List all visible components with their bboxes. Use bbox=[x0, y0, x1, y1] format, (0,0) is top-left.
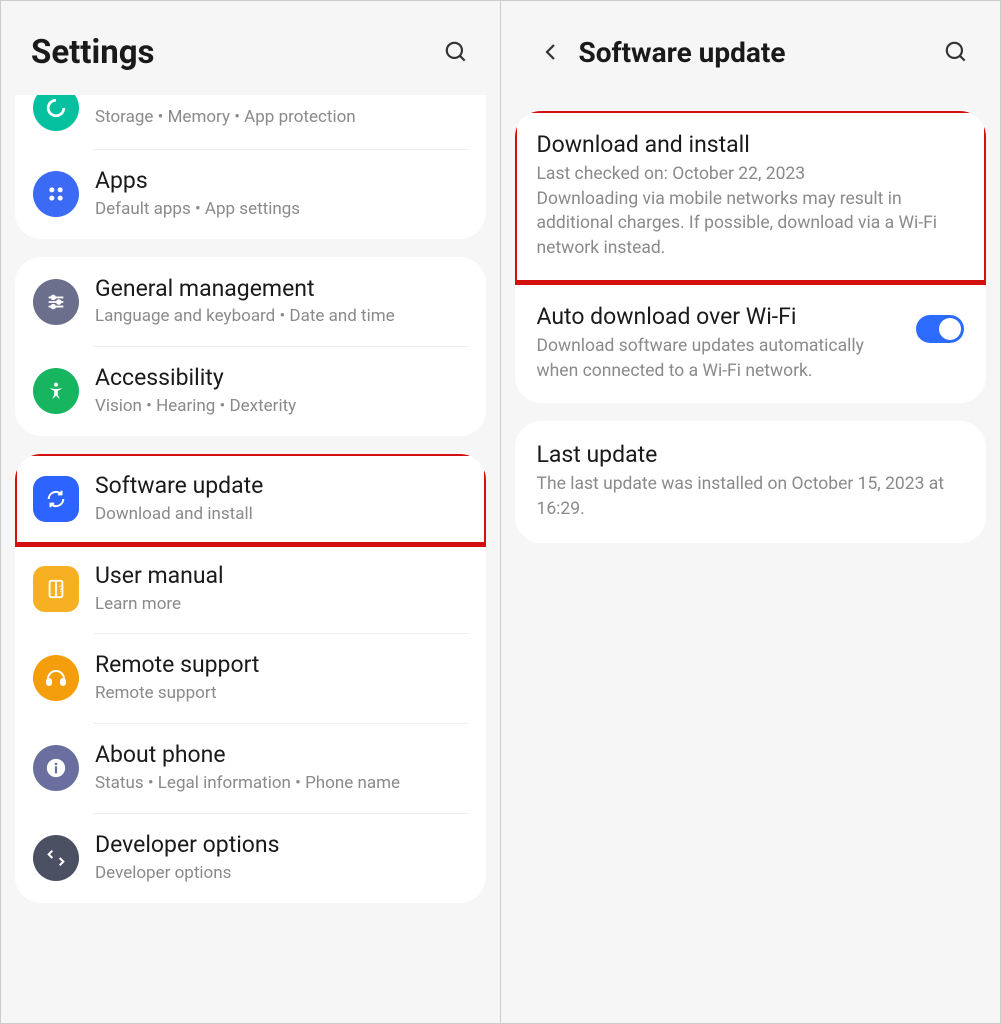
settings-item-software-update[interactable]: Software update Download and install bbox=[15, 454, 486, 544]
last-update-row[interactable]: Last update The last update was installe… bbox=[515, 421, 987, 543]
item-title: Auto download over Wi-Fi bbox=[537, 303, 903, 330]
item-subtitle: Developer options bbox=[95, 862, 468, 885]
settings-item-developer-options[interactable]: Developer options Developer options bbox=[15, 813, 486, 903]
settings-item-remote-support[interactable]: Remote support Remote support bbox=[15, 633, 486, 723]
settings-item-device-care[interactable]: Device care Storage • Memory • App prote… bbox=[15, 95, 486, 149]
settings-screen: Settings Device care Storage • Memory • … bbox=[1, 1, 501, 1023]
user-manual-icon: ? bbox=[33, 566, 79, 612]
item-title: User manual bbox=[95, 562, 468, 591]
item-title: Software update bbox=[95, 472, 468, 501]
search-icon bbox=[943, 39, 969, 65]
device-care-icon bbox=[33, 95, 79, 131]
download-and-install-row[interactable]: Download and install Last checked on: Oc… bbox=[515, 111, 987, 282]
item-subtitle: Vision • Hearing • Dexterity bbox=[95, 395, 468, 418]
item-title: Last update bbox=[537, 441, 965, 468]
software-update-header: Software update bbox=[501, 1, 1001, 95]
search-button[interactable] bbox=[936, 32, 976, 72]
settings-item-user-manual[interactable]: ? User manual Learn more bbox=[15, 544, 486, 634]
item-title: Developer options bbox=[95, 831, 468, 860]
auto-download-toggle[interactable] bbox=[916, 315, 964, 343]
settings-group: General management Language and keyboard… bbox=[15, 257, 486, 436]
settings-header: Settings bbox=[1, 1, 500, 95]
settings-item-general-management[interactable]: General management Language and keyboard… bbox=[15, 257, 486, 347]
back-button[interactable] bbox=[531, 32, 571, 72]
software-update-screen: Software update Download and install Las… bbox=[501, 1, 1001, 1023]
settings-group: Software update Download and install ? U… bbox=[15, 454, 486, 902]
item-subtitle: Language and keyboard • Date and time bbox=[95, 305, 468, 328]
accessibility-icon bbox=[33, 368, 79, 414]
last-update-card: Last update The last update was installe… bbox=[515, 421, 987, 543]
about-phone-icon bbox=[33, 745, 79, 791]
software-update-icon bbox=[33, 476, 79, 522]
apps-icon bbox=[33, 171, 79, 217]
item-subtitle: The last update was installed on October… bbox=[537, 472, 965, 521]
page-title: Software update bbox=[579, 36, 937, 69]
item-title: About phone bbox=[95, 741, 468, 770]
item-subtitle: Remote support bbox=[95, 682, 468, 705]
update-options-card: Download and install Last checked on: Oc… bbox=[515, 111, 987, 403]
auto-download-row[interactable]: Auto download over Wi-Fi Download softwa… bbox=[515, 283, 987, 403]
chevron-left-icon bbox=[539, 40, 563, 64]
item-title: General management bbox=[95, 275, 468, 304]
item-title: Remote support bbox=[95, 651, 468, 680]
search-icon bbox=[443, 39, 469, 65]
svg-text:?: ? bbox=[59, 584, 63, 594]
settings-group: Device care Storage • Memory • App prote… bbox=[15, 95, 486, 239]
item-title: Apps bbox=[95, 167, 468, 196]
search-button[interactable] bbox=[436, 32, 476, 72]
remote-support-icon bbox=[33, 655, 79, 701]
item-title: Accessibility bbox=[95, 364, 468, 393]
item-subtitle: Status • Legal information • Phone name bbox=[95, 772, 468, 795]
settings-item-apps[interactable]: Apps Default apps • App settings bbox=[15, 149, 486, 239]
item-subtitle: Download and install bbox=[95, 503, 468, 526]
settings-item-accessibility[interactable]: Accessibility Vision • Hearing • Dexteri… bbox=[15, 346, 486, 436]
item-title: Download and install bbox=[537, 131, 965, 158]
page-title: Settings bbox=[31, 33, 436, 72]
item-subtitle: Download software updates automatically … bbox=[537, 334, 903, 383]
settings-item-about-phone[interactable]: About phone Status • Legal information •… bbox=[15, 723, 486, 813]
item-subtitle: Storage • Memory • App protection bbox=[95, 106, 468, 129]
developer-icon bbox=[33, 835, 79, 881]
general-icon bbox=[33, 279, 79, 325]
item-subtitle: Learn more bbox=[95, 593, 468, 616]
item-subtitle: Default apps • App settings bbox=[95, 198, 468, 221]
item-subtitle: Last checked on: October 22, 2023 Downlo… bbox=[537, 162, 965, 260]
